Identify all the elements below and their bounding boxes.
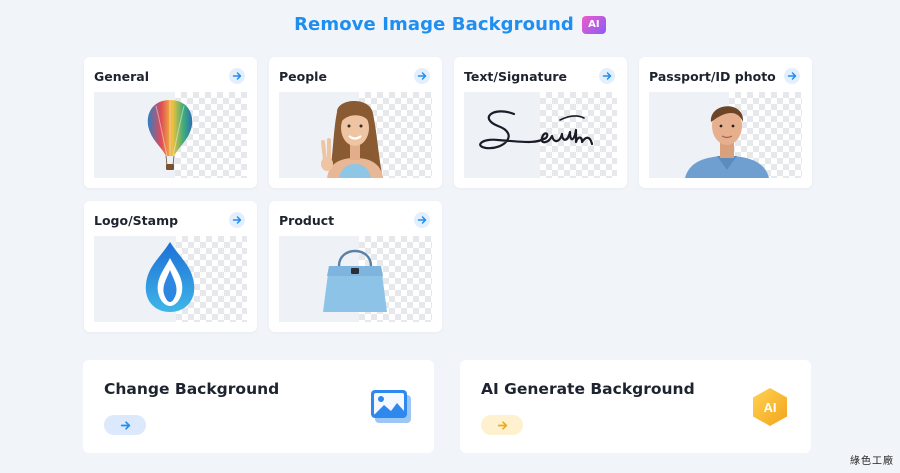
arrow-right-icon[interactable]	[414, 68, 430, 84]
arrow-right-icon[interactable]	[229, 68, 245, 84]
change-background-label: Change Background	[104, 380, 280, 398]
card-label: Passport/ID photo	[649, 69, 776, 84]
arrow-right-icon[interactable]	[784, 68, 800, 84]
ai-generate-background-card[interactable]: AI Generate Background AI	[460, 360, 811, 453]
hot-air-balloon-image	[94, 92, 247, 178]
blue-handbag-image	[279, 236, 432, 322]
card-label: Text/Signature	[464, 69, 568, 84]
page-header: Remove Image Background AI	[0, 14, 900, 35]
category-card-people[interactable]: People	[269, 57, 442, 188]
blue-flame-logo-image	[94, 236, 247, 322]
card-label: General	[94, 69, 149, 84]
category-card-product[interactable]: Product	[269, 201, 442, 332]
arrow-right-icon[interactable]	[229, 212, 245, 228]
arrow-right-icon[interactable]	[414, 212, 430, 228]
card-label: Logo/Stamp	[94, 213, 179, 228]
man-portrait-image	[649, 92, 802, 178]
card-label: Product	[279, 213, 335, 228]
arrow-right-icon	[120, 420, 130, 430]
category-card-general[interactable]: General	[84, 57, 257, 188]
signature-image	[464, 92, 617, 178]
category-card-logo-stamp[interactable]: Logo/Stamp	[84, 201, 257, 332]
ai-generate-background-label: AI Generate Background	[481, 380, 695, 398]
ai-badge: AI	[581, 15, 606, 34]
picture-icon	[371, 390, 411, 423]
change-background-card[interactable]: Change Background	[83, 360, 434, 453]
ai-generate-background-button[interactable]	[481, 415, 523, 435]
arrow-right-icon	[497, 420, 507, 430]
watermark: 綠色工廠	[850, 456, 894, 467]
category-card-text-signature[interactable]: Text/Signature	[454, 57, 627, 188]
smiling-woman-image	[279, 92, 432, 178]
ai-icon-text: AI	[764, 400, 777, 415]
ai-hexagon-icon: AI	[753, 388, 787, 426]
category-card-passport-id-photo[interactable]: Passport/ID photo	[639, 57, 812, 188]
page-title: Remove Image Background	[294, 14, 574, 35]
arrow-right-icon[interactable]	[599, 68, 615, 84]
change-background-button[interactable]	[104, 415, 146, 435]
card-label: People	[279, 69, 327, 84]
